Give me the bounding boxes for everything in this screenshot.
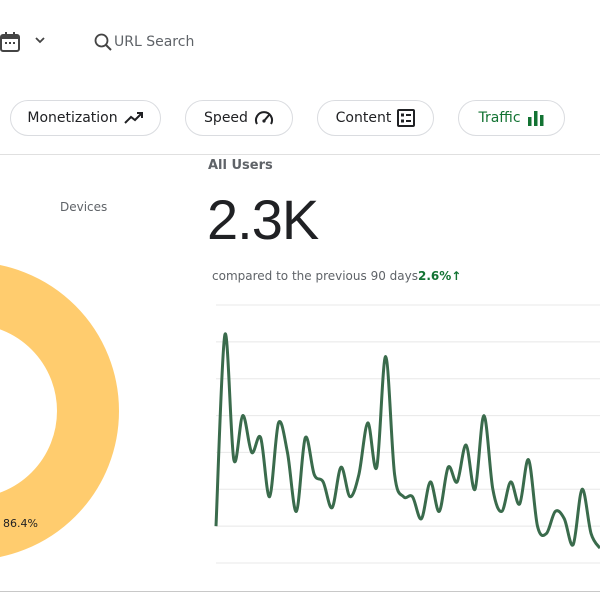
bottom-border [0, 591, 600, 592]
series-line [214, 332, 600, 550]
users-line-chart [214, 304, 600, 564]
